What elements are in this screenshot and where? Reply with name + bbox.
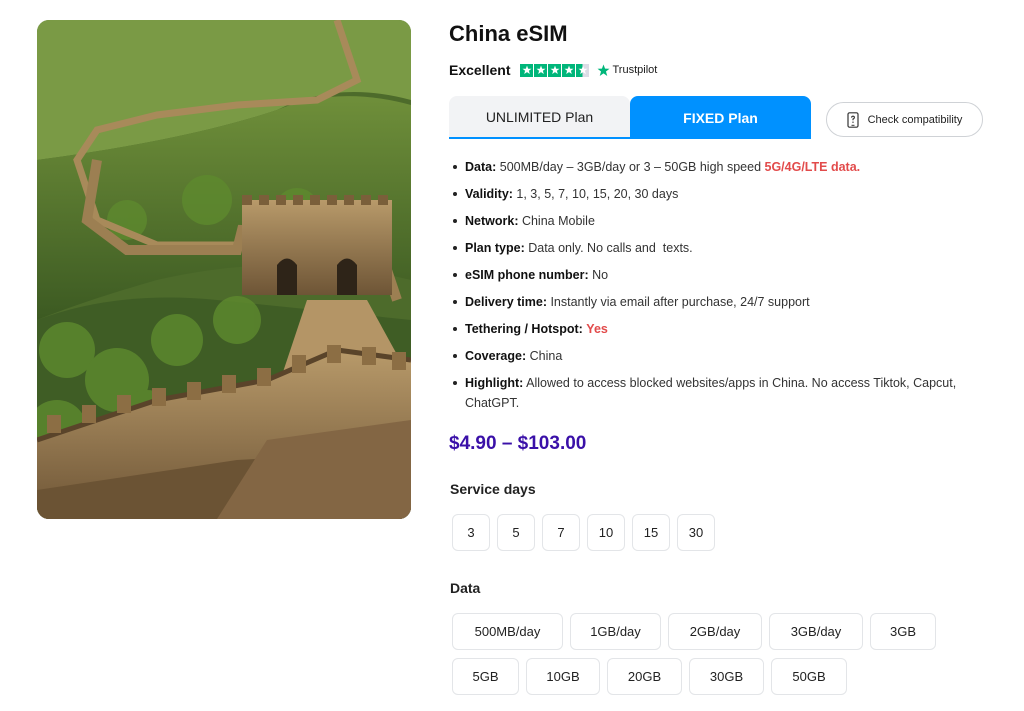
product-title: China eSIM	[449, 21, 568, 46]
feature-tethering: Tethering / Hotspot: Yes	[449, 319, 979, 339]
star-icon	[520, 63, 534, 77]
trustpilot-logo[interactable]: Trustpilot	[597, 64, 657, 77]
feature-value: Instantly via email after purchase, 24/7…	[546, 295, 810, 309]
rating-label: Excellent	[449, 62, 511, 78]
service-day-option[interactable]: 3	[452, 514, 490, 551]
product-image	[37, 20, 411, 519]
feature-value: No	[588, 268, 609, 282]
service-day-option[interactable]: 5	[497, 514, 535, 551]
feature-key: Tethering / Hotspot:	[465, 322, 583, 336]
rating-row: Excellent Trustpilot	[449, 61, 657, 79]
service-day-option[interactable]: 7	[542, 514, 580, 551]
feature-value: China	[526, 349, 563, 363]
trustpilot-star-icon	[598, 64, 610, 76]
trustpilot-label: Trustpilot	[612, 64, 658, 76]
feature-esim-phone-number: eSIM phone number: No	[449, 265, 979, 285]
phone-question-icon	[847, 111, 859, 128]
data-option[interactable]: 50GB	[771, 658, 847, 695]
data-option[interactable]: 5GB	[452, 658, 519, 695]
feature-key: eSIM phone number:	[465, 268, 589, 282]
feature-highlight: 5G/4G/LTE data.	[764, 160, 861, 174]
feature-key: Validity:	[465, 187, 513, 201]
data-options-row: 500MB/day 1GB/day 2GB/day 3GB/day 3GB	[452, 613, 936, 650]
data-option[interactable]: 20GB	[607, 658, 682, 695]
plan-tabs: UNLIMITED Plan FIXED Plan	[449, 96, 811, 139]
feature-value: 1, 3, 5, 7, 10, 15, 20, 30 days	[512, 187, 679, 201]
data-option[interactable]: 2GB/day	[668, 613, 762, 650]
half-star-icon	[576, 63, 590, 77]
feature-key: Data:	[465, 160, 497, 174]
feature-value: China Mobile	[518, 214, 595, 228]
feature-delivery-time: Delivery time: Instantly via email after…	[449, 292, 979, 312]
data-option[interactable]: 500MB/day	[452, 613, 563, 650]
data-option[interactable]: 3GB	[870, 613, 936, 650]
feature-key: Plan type:	[465, 241, 525, 255]
star-rating	[520, 63, 590, 77]
data-options-row: 5GB 10GB 20GB 30GB 50GB	[452, 658, 847, 695]
feature-key: Network:	[465, 214, 519, 228]
data-option[interactable]: 10GB	[526, 658, 600, 695]
feature-network: Network: China Mobile	[449, 211, 979, 231]
check-compatibility-label: Check compatibility	[867, 113, 963, 126]
price-range: $4.90 – $103.00	[449, 433, 587, 454]
feature-value: Data only. No calls and texts.	[524, 241, 693, 255]
star-icon	[548, 63, 562, 77]
plan-features-list: Data: 500MB/day – 3GB/day or 3 – 50GB hi…	[449, 157, 979, 420]
feature-validity: Validity: 1, 3, 5, 7, 10, 15, 20, 30 day…	[449, 184, 979, 204]
feature-data: Data: 500MB/day – 3GB/day or 3 – 50GB hi…	[449, 157, 979, 177]
data-option[interactable]: 1GB/day	[570, 613, 661, 650]
service-days-label: Service days	[450, 481, 536, 497]
star-icon	[534, 63, 548, 77]
feature-value: 500MB/day – 3GB/day or 3 – 50GB high spe…	[496, 160, 765, 174]
service-day-option[interactable]: 15	[632, 514, 670, 551]
tab-fixed-plan[interactable]: FIXED Plan	[630, 96, 811, 139]
feature-plan-type: Plan type: Data only. No calls and texts…	[449, 238, 979, 258]
service-day-option[interactable]: 10	[587, 514, 625, 551]
feature-key: Highlight:	[465, 376, 524, 390]
feature-key: Coverage:	[465, 349, 527, 363]
star-icon	[562, 63, 576, 77]
service-day-option[interactable]: 30	[677, 514, 715, 551]
tab-unlimited-plan[interactable]: UNLIMITED Plan	[449, 96, 630, 139]
feature-highlight: Yes	[586, 322, 608, 336]
feature-key: Delivery time:	[465, 295, 547, 309]
feature-highlight: Highlight: Allowed to access blocked web…	[449, 373, 979, 413]
data-option[interactable]: 3GB/day	[769, 613, 863, 650]
data-label: Data	[450, 580, 481, 596]
check-compatibility-button[interactable]: Check compatibility	[826, 102, 983, 137]
service-days-options: 3 5 7 10 15 30	[452, 514, 715, 551]
feature-value: Allowed to access blocked websites/apps …	[465, 376, 957, 410]
feature-coverage: Coverage: China	[449, 346, 979, 366]
data-option[interactable]: 30GB	[689, 658, 764, 695]
great-wall-illustration	[37, 20, 411, 519]
